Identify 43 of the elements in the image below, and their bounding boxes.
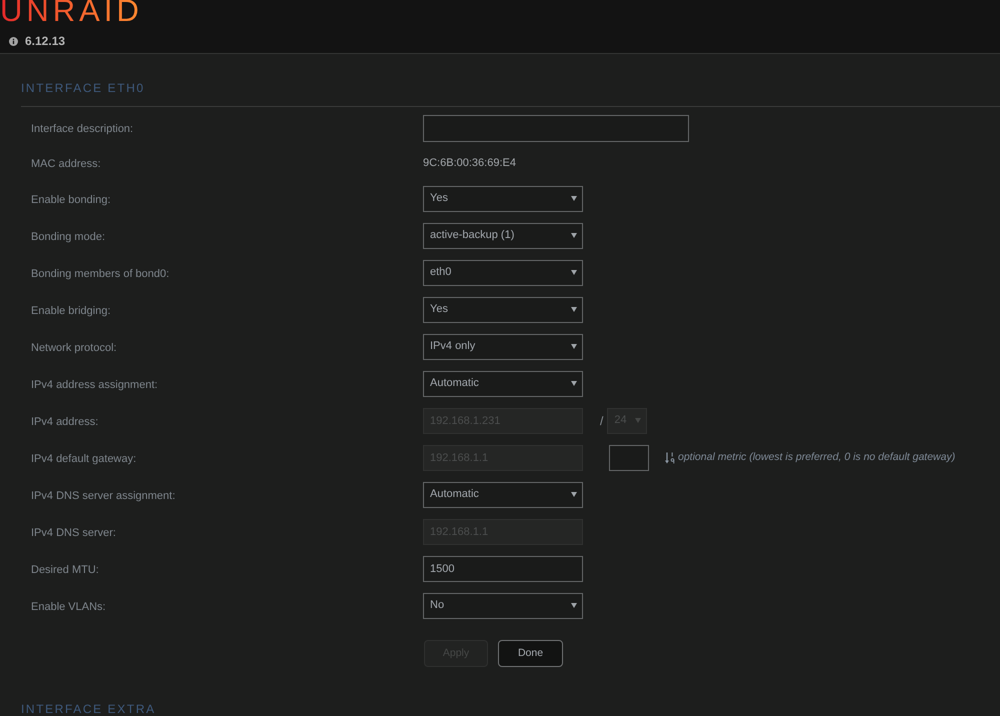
text-field[interactable] — [423, 114, 689, 142]
dropdown[interactable]: No — [423, 592, 583, 618]
field-label: Desired MTU: — [31, 564, 99, 576]
caret-icon — [571, 492, 577, 497]
field-label: Enable VLANs: — [31, 600, 106, 612]
field-label: Network protocol: — [31, 342, 117, 354]
dropdown[interactable]: Automatic — [423, 370, 583, 396]
dropdown[interactable]: IPv4 only — [423, 334, 583, 360]
caret-icon — [571, 344, 577, 349]
field-label: IPv4 default gateway: — [31, 452, 136, 464]
field-label: IPv4 DNS server assignment: — [31, 490, 176, 502]
caret-icon — [571, 307, 577, 312]
dropdown[interactable]: Yes — [423, 296, 583, 322]
caret-icon — [571, 270, 577, 275]
field-label: MAC address: — [31, 158, 101, 170]
field-label: Bonding mode: — [31, 230, 105, 242]
section-title: INTERFACE ETH0 — [21, 81, 145, 95]
field-label: IPv4 DNS server: — [31, 526, 116, 538]
caret-icon — [571, 603, 577, 608]
metric-field[interactable] — [609, 444, 649, 470]
hint-text: optional metric (lowest is preferred, 0 is no default gateway) — [678, 450, 956, 465]
caret-icon — [571, 381, 577, 386]
section-title: INTERFACE EXTRA — [21, 702, 156, 716]
done-button[interactable]: Done — [498, 640, 563, 667]
caret-icon — [635, 418, 642, 423]
text-field[interactable]: 1500 — [423, 556, 583, 582]
sort-order-icon — [665, 452, 675, 464]
slash-text: / — [600, 412, 604, 430]
caret-icon — [571, 196, 577, 201]
version-text: 6.12.13 — [25, 34, 66, 48]
dropdown[interactable]: Yes — [423, 186, 583, 212]
field-label: Enable bridging: — [31, 304, 111, 316]
field-label: Enable bonding: — [31, 194, 111, 206]
field-label: IPv4 address: — [31, 416, 98, 428]
dropdown[interactable]: Automatic — [423, 482, 583, 508]
dropdown[interactable]: active-backup (1) — [423, 222, 583, 248]
field-label: IPv4 address assignment: — [31, 378, 158, 390]
field-label: Bonding members of bond0: — [31, 268, 170, 280]
caret-icon — [571, 233, 577, 238]
field-label: Interface description: — [31, 123, 134, 135]
dropdown[interactable]: eth0 — [423, 260, 583, 286]
info-icon — [9, 36, 18, 46]
mac-address-text: 9C:6B:00:36:69:E4 — [423, 156, 516, 171]
